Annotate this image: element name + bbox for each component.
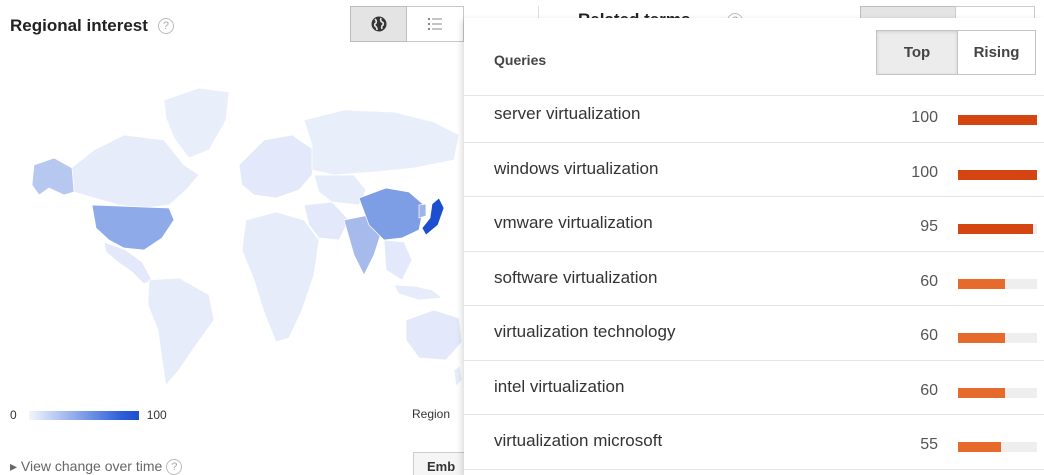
view-change-text[interactable]: ▸ View change over time bbox=[10, 458, 162, 474]
tab-rising[interactable]: Rising bbox=[958, 30, 1036, 75]
map-region-australia bbox=[405, 309, 463, 361]
map-region-russia bbox=[303, 109, 460, 176]
query-bar-track bbox=[958, 224, 1037, 234]
legend-max: 100 bbox=[146, 408, 167, 422]
query-row[interactable]: intel virtualization 60 bbox=[464, 361, 1044, 415]
query-label[interactable]: vmware virtualization bbox=[494, 213, 653, 233]
map-region-new-zealand bbox=[453, 365, 463, 387]
map-legend: 0 100 bbox=[10, 408, 167, 422]
query-bar-track bbox=[958, 333, 1037, 343]
map-region-indonesia bbox=[393, 284, 443, 301]
query-bar-fill bbox=[958, 224, 1034, 234]
queries-panel: Queries Top Rising server virtualization… bbox=[464, 18, 1044, 475]
map-region-korea bbox=[418, 203, 427, 219]
list-view-button[interactable] bbox=[407, 6, 464, 42]
map-region-south-america bbox=[147, 277, 215, 386]
query-bar-track bbox=[958, 169, 1037, 180]
query-row[interactable]: virtualization microsoft 55 bbox=[464, 415, 1044, 470]
query-bar-fill bbox=[958, 169, 1037, 180]
query-value: 100 bbox=[911, 163, 938, 181]
map-region-greenland bbox=[163, 87, 230, 159]
region-label[interactable]: Region bbox=[412, 407, 450, 421]
legend-gradient-bar bbox=[28, 410, 139, 420]
query-bar-track bbox=[958, 442, 1037, 452]
query-row[interactable]: vmware virtualization 95 bbox=[464, 197, 1044, 252]
query-label[interactable]: virtualization technology bbox=[494, 322, 675, 342]
queries-heading: Queries bbox=[494, 52, 547, 68]
map-region-central-asia bbox=[313, 174, 367, 206]
queries-header: Queries Top Rising bbox=[464, 18, 1044, 96]
query-bar-track bbox=[958, 115, 1037, 125]
regional-interest-title: Regional interest? bbox=[10, 16, 174, 36]
query-bar-fill bbox=[958, 278, 1006, 289]
query-row[interactable]: software virtualization 60 bbox=[464, 252, 1044, 306]
query-value: 60 bbox=[920, 272, 938, 290]
help-icon[interactable]: ? bbox=[157, 17, 174, 34]
query-bar-fill bbox=[958, 387, 1006, 398]
queries-list: server virtualization 100 windows virtuali… bbox=[464, 88, 1044, 470]
view-change-over-time[interactable]: ▸ View change over time? bbox=[10, 458, 183, 475]
query-label[interactable]: server virtualization bbox=[494, 104, 640, 124]
regional-interest-title-text: Regional interest bbox=[10, 16, 148, 35]
map-region-europe bbox=[238, 134, 315, 199]
tab-top[interactable]: Top bbox=[876, 30, 958, 75]
legend-min: 0 bbox=[10, 408, 17, 422]
query-value: 55 bbox=[920, 436, 938, 453]
query-bar-track bbox=[958, 278, 1037, 289]
regional-interest-panel: Regional interest? 0 100 Region ▸ View c… bbox=[0, 0, 493, 475]
query-bar-fill bbox=[958, 333, 1006, 343]
map-list-toggle bbox=[350, 6, 464, 42]
query-value: 95 bbox=[920, 218, 938, 235]
query-row[interactable]: server virtualization 100 bbox=[464, 88, 1044, 143]
query-label[interactable]: software virtualization bbox=[494, 268, 657, 288]
map-view-button[interactable] bbox=[350, 6, 407, 42]
query-label[interactable]: windows virtualization bbox=[494, 159, 658, 179]
query-value: 60 bbox=[920, 381, 938, 399]
query-label[interactable]: intel virtualization bbox=[494, 377, 624, 397]
query-row[interactable]: virtualization technology 60 bbox=[464, 306, 1044, 361]
help-icon[interactable]: ? bbox=[166, 459, 183, 475]
query-value: 60 bbox=[920, 327, 938, 344]
globe-icon bbox=[371, 16, 386, 32]
world-map[interactable] bbox=[14, 80, 464, 400]
map-region-se-asia bbox=[383, 239, 413, 281]
query-bar-track bbox=[958, 387, 1037, 398]
query-row[interactable]: windows virtualization 100 bbox=[464, 143, 1044, 197]
query-value: 100 bbox=[911, 109, 938, 126]
queries-tabs: Top Rising bbox=[876, 30, 1036, 75]
query-label[interactable]: virtualization microsoft bbox=[494, 431, 662, 451]
map-region-canada bbox=[68, 134, 200, 209]
list-icon bbox=[428, 18, 442, 30]
query-bar-fill bbox=[958, 115, 1037, 125]
query-bar-fill bbox=[958, 442, 1002, 452]
map-region-africa bbox=[241, 211, 320, 343]
map-region-alaska bbox=[31, 157, 75, 196]
